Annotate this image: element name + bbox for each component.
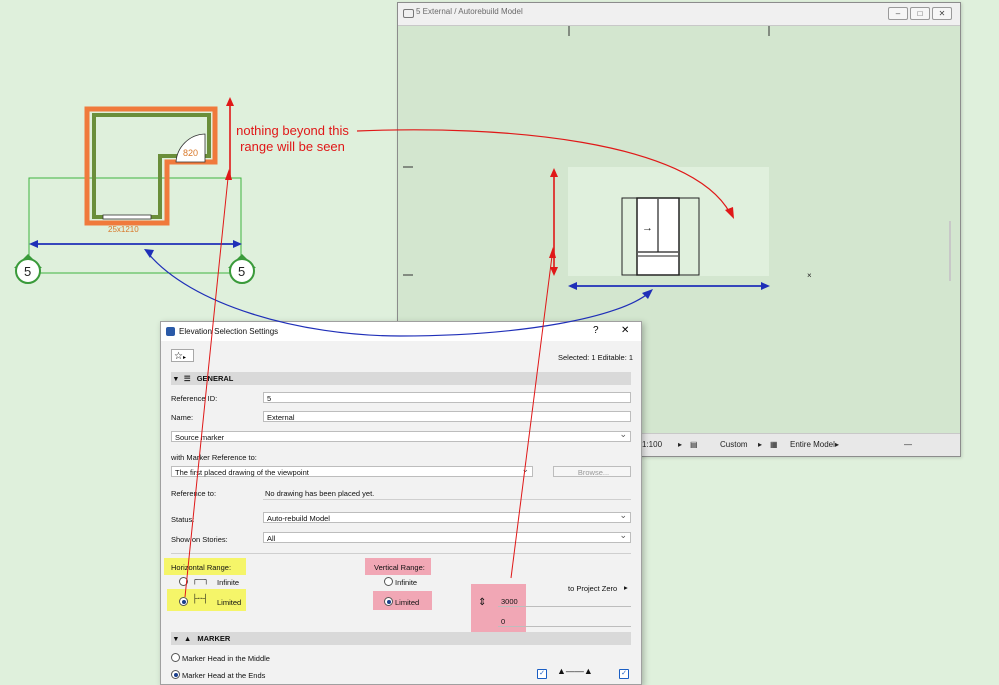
elevation-marker-left[interactable]: 5 [14,254,42,284]
range-annotation-line2: range will be seen [240,139,345,154]
reference-id-label: Reference ID: [171,394,218,403]
reference-id-field[interactable]: 5 [263,392,631,403]
selected-info: Selected: 1 Editable: 1 [558,353,634,362]
custom-label[interactable]: Custom [720,440,748,449]
marker-head-middle-label: Marker Head in the Middle [182,654,270,663]
layers-icon: ▤ [690,440,698,449]
elevation-selection-dialog: Elevation Selection Settings ? ✕ ☆▸ Sele… [160,321,642,685]
vertical-infinite-radio[interactable] [384,577,393,586]
status-label: Status: [171,515,195,524]
show-on-stories-label: Show on Stories: [171,535,228,544]
name-field[interactable]: External [263,411,631,422]
plan-inner-wall [92,113,211,219]
horizontal-limited-label: Limited [217,598,242,607]
horizontal-infinite-label: Infinite [217,578,240,587]
range-annotation-line1: nothing beyond this [236,123,349,138]
vertical-range-label: Vertical Range: [374,563,425,572]
horizontal-infinite-radio[interactable] [179,577,188,586]
opening-arrow-icon: → [642,222,653,234]
marker-head-preview-icon: ▲——▲ [557,666,593,676]
view-status-bar: 1:100 ▸ ▤ Custom ▸ ▦ Entire Model ▸ — [638,433,960,456]
general-icon: ☰ [183,374,191,383]
separator [171,553,631,554]
window-icon [403,9,414,18]
source-marker-select[interactable]: Source marker [171,429,631,442]
cursor-cross-icon: × [807,271,812,280]
plan-outer-wall [84,106,218,226]
vertical-bottom-field[interactable]: 0 [498,616,631,627]
marker-icon: ▲ [183,634,192,643]
help-button[interactable]: ? [593,325,599,336]
floor-plan: 820 25x1210 5 5 [14,97,256,284]
to-project-zero-label[interactable]: to Project Zero [568,584,617,593]
marker-head-middle-radio[interactable] [171,653,180,662]
dialog-title: Elevation Selection Settings [179,327,279,336]
marker-section-header[interactable]: ▾ ▲ MARKER [171,632,631,645]
plan-window [102,214,152,220]
marker-reference-select[interactable]: The first placed drawing of the viewpoin… [171,464,533,477]
range-annotation: nothing beyond this range will be seen [230,123,355,155]
collapse-icon[interactable]: ▾ [174,374,178,383]
arrowhead-left [568,282,577,290]
scale-arrow-icon[interactable]: ▸ [678,440,682,449]
model-arrow-icon[interactable]: ▸ [835,440,839,449]
arrowhead-right [761,282,770,290]
marker-head-ends-label: Marker Head at the Ends [182,671,266,680]
close-button[interactable]: ✕ [621,325,629,336]
dialog-titlebar[interactable]: Elevation Selection Settings ? ✕ [161,322,641,341]
archicad-icon [166,327,175,336]
marker-header-label: MARKER [197,634,231,643]
plan-dimension-label: 820 [183,148,198,158]
vertical-limited-label: Limited [395,598,420,607]
elevation-marker-right[interactable]: 5 [228,254,256,284]
collapse-icon[interactable]: ▾ [174,634,178,643]
favorites-button[interactable]: ☆▸ [171,349,194,362]
browse-button[interactable]: Browse... [553,466,631,477]
view-window-titlebar[interactable]: 5 External / Autorebuild Model – □ ✕ [398,3,960,26]
vertical-limited-radio[interactable] [384,597,393,606]
arrowhead-down [550,267,558,276]
arrowhead-up [550,168,558,177]
model-icon: ▦ [770,440,778,449]
horizontal-limited-radio[interactable] [179,597,188,606]
close-window-button[interactable]: ✕ [932,7,952,20]
vertical-range-icon: ⇕ [478,597,487,608]
general-header-label: GENERAL [196,374,234,383]
arrowhead-left [29,240,38,248]
separator [263,499,631,500]
marker-number-left: 5 [24,264,31,279]
horizontal-infinite-icon: ┌─┐ [192,575,210,584]
name-label: Name: [171,413,194,422]
horizontal-limited-icon: ├┄┤ [192,594,209,603]
marker-head-ends-radio[interactable] [171,670,180,679]
marker-head-left-checkbox[interactable]: ✓ [537,669,547,679]
reference-to-label: Reference to: [171,489,217,498]
show-on-stories-select[interactable]: All [263,530,631,543]
reference-to-value: No drawing has been placed yet. [265,489,375,498]
zoom-dash[interactable]: — [904,440,912,449]
maximize-button[interactable]: □ [910,7,930,20]
model-label[interactable]: Entire Model [790,440,835,449]
plan-dimension-sub: 25x1210 [108,225,139,234]
marker-head-right-checkbox[interactable]: ✓ [619,669,629,679]
vertical-top-field[interactable]: 3000 [498,596,631,607]
marker-number-right: 5 [238,264,245,279]
custom-arrow-icon[interactable]: ▸ [758,440,762,449]
project-zero-arrow-icon[interactable]: ▸ [624,583,628,592]
depth-arrowhead [226,97,234,106]
general-section-header[interactable]: ▾ ☰ GENERAL [171,372,631,385]
scale-value[interactable]: 1:100 [642,440,662,449]
minimize-button[interactable]: – [888,7,908,20]
marker-reference-label: with Marker Reference to: [171,453,257,462]
status-select[interactable]: Auto-rebuild Model [263,510,631,523]
horizontal-range-label: Horizontal Range: [171,563,232,572]
view-window-title: 5 External / Autorebuild Model [416,7,523,16]
vertical-infinite-label: Infinite [395,578,418,587]
